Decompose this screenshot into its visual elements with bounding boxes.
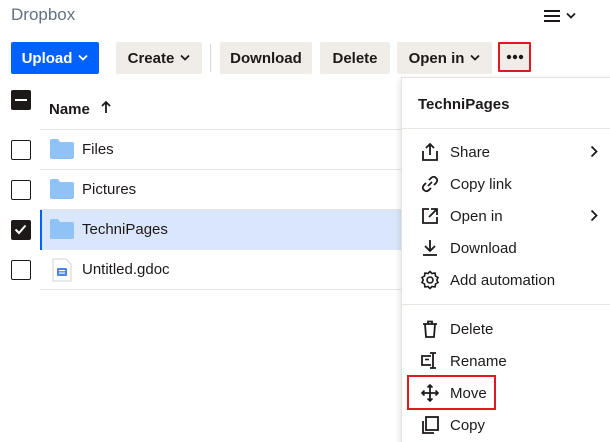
upload-label: Upload (21, 49, 73, 67)
upload-button[interactable]: Upload (11, 42, 99, 74)
menu-item-copy-link[interactable]: Copy link (402, 169, 610, 199)
list-view-icon (544, 10, 560, 22)
menu-item-delete[interactable]: Delete (402, 314, 610, 344)
menu-item-move[interactable]: Move (402, 378, 610, 408)
row-checkbox-checked[interactable] (11, 220, 31, 240)
menu-divider (402, 304, 610, 305)
menu-item-add-automation[interactable]: Add automation (402, 265, 610, 295)
share-icon (422, 142, 438, 161)
download-icon (423, 240, 437, 256)
chevron-down-icon (78, 54, 89, 61)
download-button[interactable]: Download (220, 42, 312, 74)
open-external-icon (422, 208, 438, 224)
menu-item-copy[interactable]: Copy (402, 410, 610, 440)
row-checkbox[interactable] (11, 140, 31, 160)
menu-item-label: Download (450, 240, 517, 257)
folder-icon (49, 178, 75, 202)
more-horizontal-icon (506, 54, 523, 60)
select-all-checkbox[interactable] (11, 90, 31, 110)
chevron-right-icon (590, 209, 598, 222)
file-name[interactable]: Pictures (82, 181, 136, 198)
open-in-button[interactable]: Open in (397, 42, 492, 74)
link-icon (421, 175, 439, 193)
file-name[interactable]: Untitled.gdoc (82, 261, 170, 278)
download-label: Download (230, 49, 302, 67)
menu-item-label: Share (450, 144, 491, 161)
context-menu-title: TechniPages (418, 96, 510, 113)
folder-icon (49, 138, 75, 162)
trash-icon (423, 320, 437, 338)
row-checkbox[interactable] (11, 260, 31, 280)
menu-item-share[interactable]: Share (402, 137, 610, 167)
open-in-label: Open in (408, 49, 465, 67)
chevron-down-icon (566, 12, 576, 19)
file-name[interactable]: Files (82, 141, 114, 158)
delete-label: Delete (332, 49, 378, 67)
more-actions-button[interactable] (498, 42, 531, 72)
menu-item-label: Rename (450, 353, 507, 370)
toolbar-divider (210, 44, 211, 72)
file-name[interactable]: TechniPages (82, 221, 168, 238)
table-row-selected[interactable]: TechniPages (0, 210, 402, 250)
chevron-right-icon (590, 145, 598, 158)
name-column-header[interactable]: Name (49, 101, 90, 118)
context-menu: TechniPages Share Copy link Open in Down… (401, 77, 610, 442)
menu-item-rename[interactable]: Rename (402, 346, 610, 376)
gear-icon (420, 270, 440, 290)
move-icon (420, 383, 440, 403)
app-title: Dropbox (11, 5, 76, 24)
row-divider (40, 289, 402, 290)
delete-button[interactable]: Delete (320, 42, 390, 74)
menu-item-download[interactable]: Download (402, 233, 610, 263)
menu-item-label: Move (450, 385, 487, 402)
checkmark-icon (14, 224, 27, 235)
sort-ascending-icon[interactable] (100, 100, 112, 114)
menu-item-label: Copy link (450, 176, 512, 193)
menu-divider (402, 128, 610, 129)
chevron-down-icon (180, 54, 190, 61)
create-button[interactable]: Create (116, 42, 202, 74)
chevron-down-icon (470, 54, 481, 61)
menu-item-label: Copy (450, 417, 486, 434)
table-row[interactable]: Files (0, 130, 402, 170)
table-row[interactable]: Pictures (0, 170, 402, 210)
row-checkbox[interactable] (11, 180, 31, 200)
folder-icon (49, 218, 75, 242)
menu-item-open-in[interactable]: Open in (402, 201, 610, 231)
menu-item-label: Add automation (450, 272, 556, 289)
rename-icon (421, 352, 436, 369)
create-label: Create (127, 49, 175, 67)
menu-item-label: Delete (450, 321, 494, 338)
google-doc-icon (49, 258, 75, 282)
table-row[interactable]: Untitled.gdoc (0, 250, 402, 290)
copy-icon (422, 416, 439, 434)
menu-item-label: Open in (450, 208, 503, 225)
view-toggle-button[interactable] (544, 6, 580, 26)
